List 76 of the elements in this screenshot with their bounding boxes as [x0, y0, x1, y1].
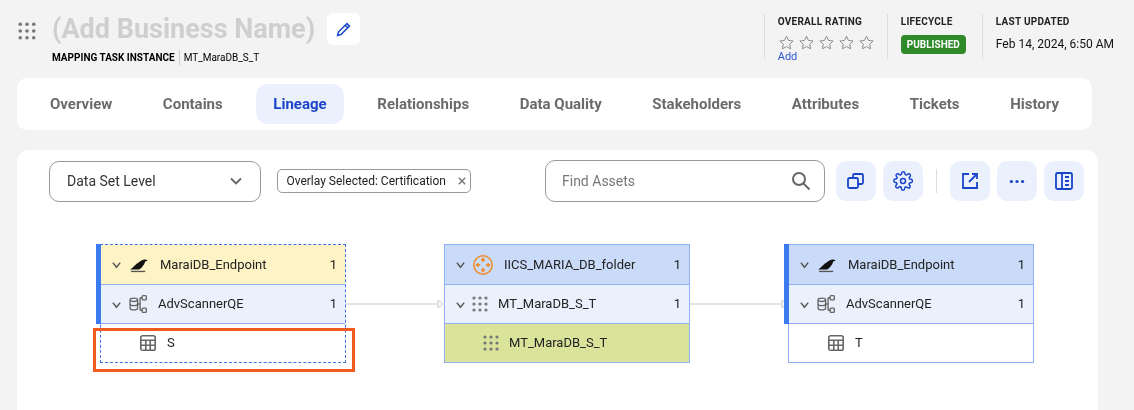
row-label: MaraiDB_Endpoint	[160, 255, 268, 274]
tab[interactable]: Lineage	[256, 84, 344, 124]
settings-button[interactable]	[883, 161, 923, 201]
tab[interactable]: Data Quality	[502, 84, 619, 124]
star-icon[interactable]	[817, 35, 835, 51]
node-row[interactable]: AdvScannerQE 1	[789, 284, 1033, 323]
chevron-icon[interactable]	[455, 259, 466, 270]
tab[interactable]: Tickets	[892, 84, 977, 124]
open-external-button[interactable]	[950, 161, 990, 201]
rating-label: OVERALL RATING	[777, 15, 864, 29]
star-icon[interactable]	[797, 35, 815, 51]
lifecycle-label: LIFECYCLE	[900, 15, 954, 29]
chevron-icon[interactable]	[111, 259, 122, 270]
node-row[interactable]: MaraiDB_Endpoint 1	[101, 245, 345, 284]
asset-name: MT_MaraDB_S_T	[182, 51, 260, 65]
tab[interactable]: History	[993, 84, 1076, 124]
status-badge: PUBLISHED	[900, 35, 966, 54]
row-count: 1	[673, 295, 681, 314]
copy-button[interactable]	[836, 161, 876, 201]
node-row[interactable]: IICS_MARIA_DB_folder 1	[445, 245, 689, 284]
star-rating[interactable]	[777, 35, 875, 51]
overlay-chip-label: Overlay Selected: Certification	[286, 173, 446, 190]
database-network-icon	[816, 294, 836, 314]
dot-grid-icon	[483, 335, 499, 351]
database-network-icon	[128, 294, 148, 314]
row-count: 1	[1017, 255, 1025, 274]
tab[interactable]: Attributes	[774, 84, 877, 124]
add-rating-link[interactable]: Add	[777, 51, 875, 63]
node-row[interactable]: MT_MaraDB_S_T 1	[445, 284, 689, 323]
level-dropdown[interactable]: Data Set Level	[49, 160, 262, 202]
row-label: T	[855, 334, 864, 353]
settings-icon	[893, 171, 913, 191]
row-label: AdvScannerQE	[158, 295, 245, 314]
row-label: AdvScannerQE	[846, 295, 933, 314]
compass-circle-icon	[472, 253, 494, 276]
tab[interactable]: Relationships	[360, 84, 487, 124]
updated-date: Feb 14, 2024, 6:50 AM	[995, 36, 1114, 53]
close-icon[interactable]	[458, 177, 466, 185]
star-icon[interactable]	[837, 35, 855, 51]
node-row[interactable]: MT_MaraDB_S_T	[445, 323, 689, 362]
node-row[interactable]: MaraiDB_Endpoint 1	[789, 245, 1033, 284]
tab[interactable]: Overview	[33, 84, 130, 124]
row-count: 1	[1017, 295, 1025, 314]
row-label: IICS_MARIA_DB_folder	[504, 255, 637, 274]
row-count: 1	[329, 295, 337, 314]
tab[interactable]: Stakeholders	[635, 84, 759, 124]
star-icon[interactable]	[857, 35, 875, 51]
search-field[interactable]: Find Assets	[545, 160, 825, 202]
table-icon	[827, 334, 845, 352]
seal-logo-icon	[128, 256, 150, 273]
overlay-chip[interactable]: Overlay Selected: Certification	[277, 169, 471, 193]
row-label: MT_MaraDB_S_T	[509, 334, 609, 353]
copy-icon	[846, 171, 866, 191]
table-icon	[139, 334, 157, 352]
row-count: 1	[329, 255, 337, 274]
asset-type: MAPPING TASK INSTANCE	[52, 50, 180, 65]
row-label: MaraiDB_Endpoint	[848, 255, 956, 274]
row-label: S	[167, 334, 176, 353]
chevron-icon[interactable]	[799, 259, 810, 270]
edit-button[interactable]	[327, 13, 361, 45]
more-icon	[1009, 178, 1025, 184]
lineage-node[interactable]: IICS_MARIA_DB_folder 1 MT_MaraDB_S_T 1 MT_MaraDB_S_T	[444, 244, 690, 363]
seal-logo-icon	[816, 256, 838, 273]
external-link-icon	[960, 171, 980, 191]
tab[interactable]: Contains	[145, 84, 240, 124]
node-row[interactable]: AdvScannerQE 1	[101, 284, 345, 323]
panel-toggle-button[interactable]	[1044, 161, 1084, 201]
updated-label: LAST UPDATED	[995, 15, 1071, 29]
pencil-icon	[335, 20, 353, 38]
search-icon	[791, 171, 811, 191]
star-icon[interactable]	[777, 35, 795, 51]
row-label: MT_MaraDB_S_T	[498, 295, 598, 314]
row-count: 1	[673, 255, 681, 274]
side-panel-icon	[1054, 171, 1074, 191]
app-grid-icon	[18, 22, 36, 40]
dot-grid-icon	[472, 296, 488, 312]
